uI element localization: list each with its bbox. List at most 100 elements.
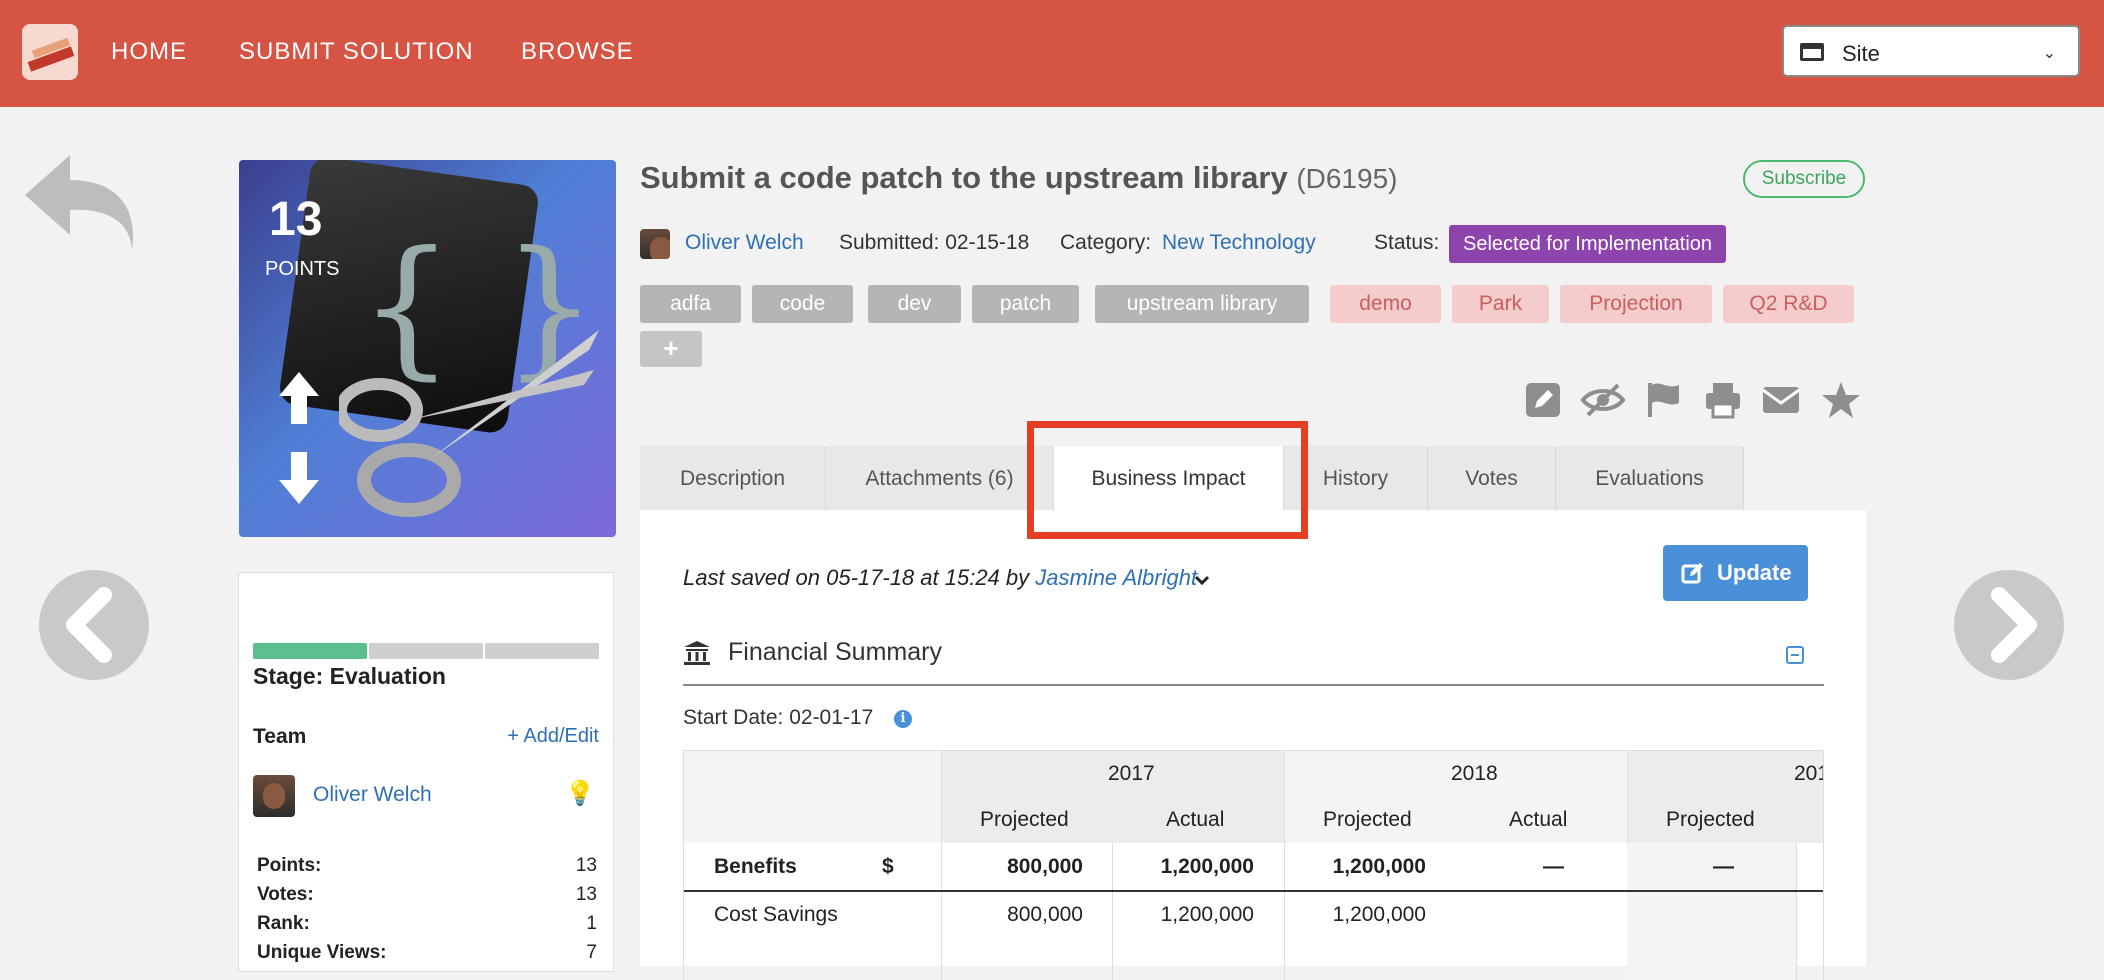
saved-by-link[interactable]: Jasmine Albright (1035, 565, 1197, 590)
edit-icon[interactable] (1523, 380, 1563, 420)
tag[interactable]: patch (972, 285, 1079, 323)
tag[interactable]: adfa (640, 285, 741, 323)
subscribe-button[interactable]: Subscribe (1743, 160, 1865, 198)
stat-label: Votes: (257, 884, 314, 905)
tab-evaluations[interactable]: Evaluations (1556, 446, 1744, 510)
author-link[interactable]: Oliver Welch (685, 231, 804, 255)
scissors-graphic (339, 330, 599, 517)
tag[interactable]: upstream library (1095, 285, 1309, 323)
progress-segment (485, 643, 599, 659)
divider (683, 684, 1824, 686)
team-member-link[interactable]: Oliver Welch (313, 783, 432, 807)
bank-icon (684, 641, 710, 665)
stat-value: 7 (586, 942, 597, 963)
tag[interactable]: code (752, 285, 853, 323)
tab-description[interactable]: Description (640, 446, 826, 510)
back-arrow-icon[interactable] (20, 150, 140, 260)
last-saved-text: Last saved on 05-17-18 at 15:24 by Jasmi… (683, 565, 1197, 591)
idea-image: { } 13 POINTS (239, 160, 616, 537)
column-header: Projected (1323, 808, 1412, 831)
app-logo[interactable] (22, 24, 78, 80)
downvote-arrow-icon[interactable] (277, 450, 321, 506)
tag[interactable]: demo (1330, 285, 1441, 323)
row-label: Benefits (714, 855, 797, 878)
site-select[interactable]: Site ⌄ (1782, 25, 2080, 77)
stat-row: Votes: 13 (257, 884, 597, 906)
chevron-right-icon (1991, 587, 2037, 663)
table-cell[interactable]: 800,000 (1007, 855, 1083, 879)
table-cell[interactable]: — (1713, 855, 1734, 879)
tag[interactable]: Projection (1560, 285, 1712, 323)
submitted-date: Submitted: 02-15-18 (839, 231, 1030, 254)
tag[interactable]: Park (1452, 285, 1549, 323)
email-icon[interactable] (1761, 380, 1801, 420)
next-idea-button[interactable] (1954, 570, 2064, 680)
stat-value: 13 (575, 855, 597, 876)
star-icon[interactable] (1821, 380, 1861, 420)
table-cell[interactable]: 800,000 (1007, 903, 1083, 927)
hide-icon[interactable] (1580, 380, 1626, 420)
row-divider (684, 890, 1823, 892)
highlight-box (1027, 421, 1308, 539)
tag[interactable]: dev (868, 285, 961, 323)
upvote-arrow-icon[interactable] (277, 370, 321, 426)
nav-home-link[interactable]: HOME (111, 38, 187, 66)
nav-browse-link[interactable]: BROWSE (521, 38, 634, 66)
stat-value: 1 (586, 913, 597, 934)
stage-progress-bar (253, 643, 599, 659)
nav-submit-solution-link[interactable]: SUBMIT SOLUTION (239, 38, 474, 66)
column-header: Actual (1509, 808, 1568, 831)
stat-value: 13 (575, 884, 597, 905)
edit-icon (1681, 563, 1703, 584)
table-cell[interactable]: 1,200,000 (1333, 903, 1426, 927)
table-cell[interactable]: — (1543, 855, 1564, 879)
table-cell[interactable]: 1,200,000 (1333, 855, 1426, 879)
column-header: Projected (980, 808, 1069, 831)
idea-code: (D6195) (1296, 163, 1398, 194)
last-saved-prefix: Last saved on 05-17-18 at 15:24 by (683, 565, 1036, 590)
column-header: Projected (1666, 808, 1755, 831)
stat-label: Points: (257, 855, 322, 876)
stage-label: Stage: Evaluation (253, 663, 446, 689)
financial-table: 2017 2018 201 Projected Actual Projected… (683, 750, 1824, 980)
points-value: 13 (269, 193, 323, 246)
avatar[interactable] (640, 229, 670, 259)
column-divider (941, 751, 942, 980)
progress-segment (369, 643, 483, 659)
top-navigation-bar: HOME SUBMIT SOLUTION BROWSE Site ⌄ (0, 0, 2104, 107)
category-link[interactable]: New Technology (1162, 231, 1316, 255)
site-select-value: Site (1842, 41, 1880, 66)
tab-attachments[interactable]: Attachments (6) (826, 446, 1054, 510)
chevron-down-icon[interactable] (1192, 570, 1212, 590)
table-cell[interactable]: 1,200,000 (1161, 903, 1254, 927)
stat-label: Rank: (257, 913, 310, 934)
column-divider (1796, 843, 1797, 980)
tag[interactable]: Q2 R&D (1723, 285, 1854, 323)
collapse-icon[interactable] (1786, 646, 1804, 664)
avatar[interactable] (253, 775, 295, 817)
idea-title: Submit a code patch to the upstream libr… (640, 160, 1397, 196)
previous-idea-button[interactable] (39, 570, 149, 680)
column-header: Actual (1166, 808, 1225, 831)
idea-sidebar: Stage: Evaluation Team + Add/Edit Oliver… (238, 572, 614, 972)
print-icon[interactable] (1703, 380, 1743, 420)
idea-title-text: Submit a code patch to the upstream libr… (640, 160, 1288, 195)
stat-row: Unique Views: 7 (257, 942, 597, 964)
tab-votes[interactable]: Votes (1428, 446, 1556, 510)
flag-icon[interactable] (1643, 380, 1683, 420)
update-button[interactable]: Update (1663, 545, 1808, 601)
year-header: 2017 (1108, 762, 1155, 785)
stat-row: Rank: 1 (257, 913, 597, 935)
chevron-down-icon: ⌄ (2042, 45, 2056, 62)
status-badge: Selected for Implementation (1449, 225, 1727, 263)
add-tag-button[interactable]: + (640, 331, 702, 367)
section-title: Financial Summary (728, 638, 942, 666)
stat-row: Points: 13 (257, 855, 597, 877)
table-cell[interactable]: 1,200,000 (1161, 855, 1254, 879)
add-edit-team-link[interactable]: + Add/Edit (507, 725, 599, 748)
year-header: 201 (1794, 762, 1823, 785)
info-icon[interactable]: i (894, 710, 912, 728)
points-label: POINTS (265, 258, 340, 280)
stat-label: Unique Views: (257, 942, 387, 963)
team-heading: Team (253, 725, 307, 748)
